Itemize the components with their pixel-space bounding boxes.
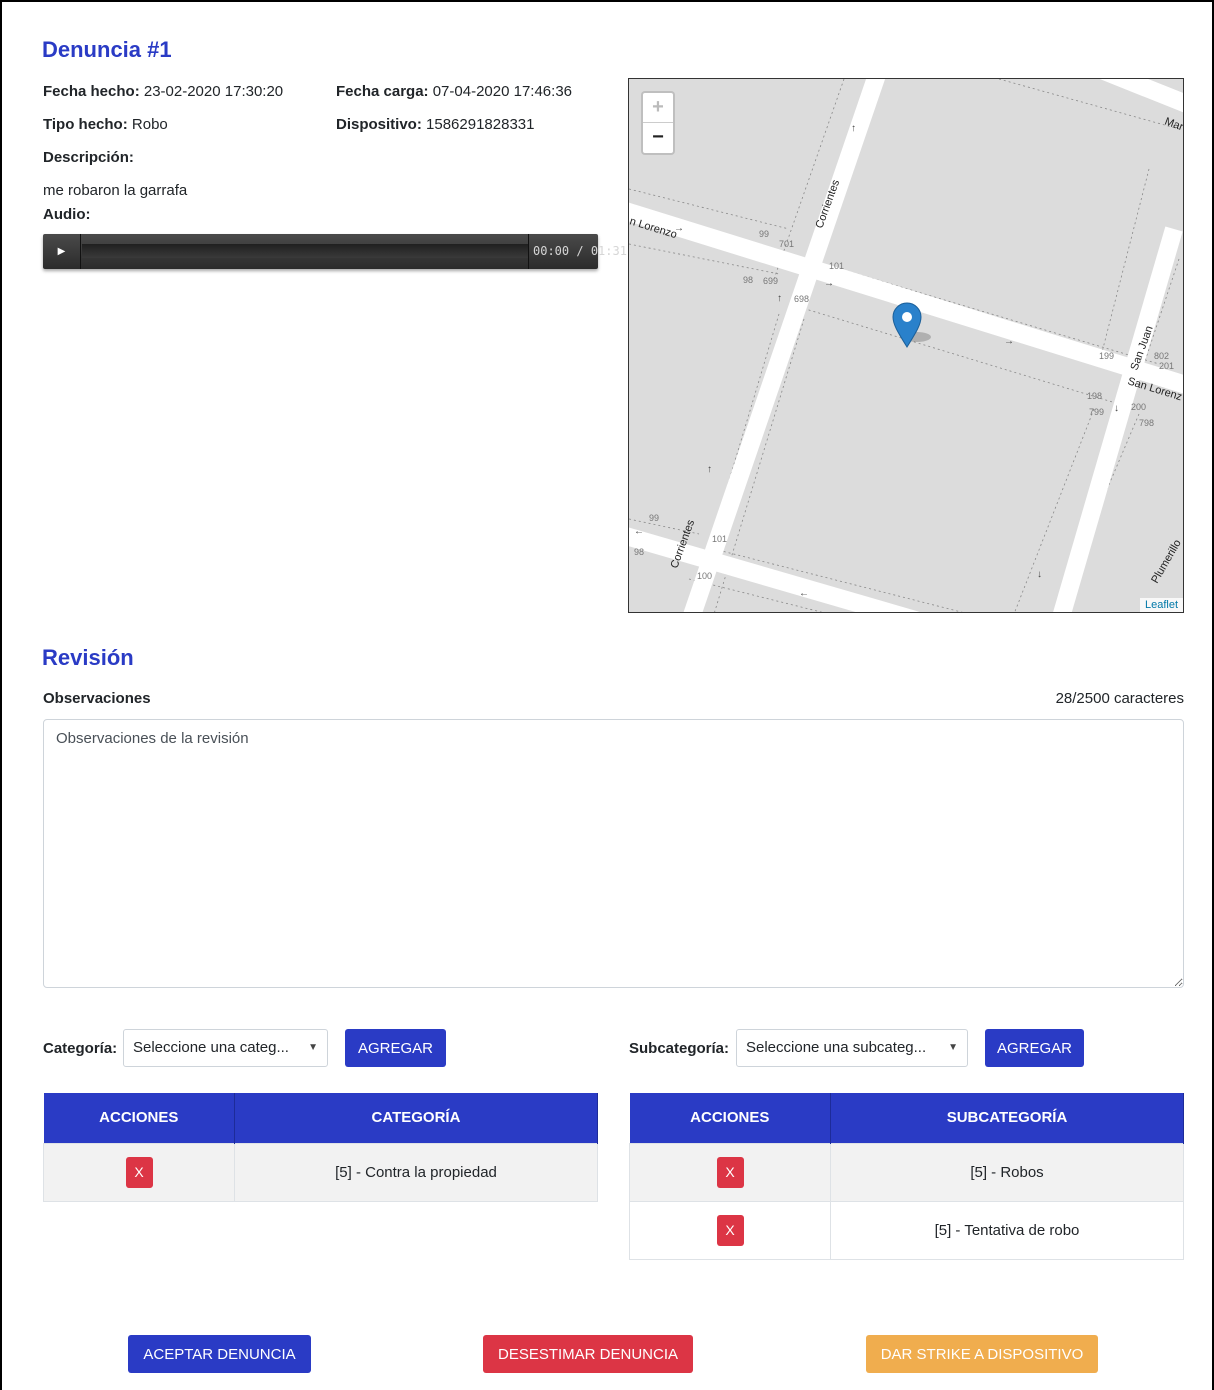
remove-button[interactable]: X bbox=[125, 1156, 153, 1188]
svg-text:→: → bbox=[674, 223, 684, 234]
subcategoria-label: Subcategoría: bbox=[629, 1040, 730, 1057]
audio-label-text: Audio: bbox=[43, 206, 91, 223]
column-header: ACCIONES bbox=[629, 1093, 831, 1143]
agregar-subcategoria-button[interactable]: AGREGAR bbox=[985, 1029, 1084, 1067]
dismiss-report-button[interactable]: DESESTIMAR DENUNCIA bbox=[483, 1335, 693, 1373]
fecha-carga: Fecha carga: 07-04-2020 17:46:36 bbox=[336, 83, 572, 100]
tipo-hecho-value: Robo bbox=[131, 116, 168, 133]
observaciones-label-text: Observaciones bbox=[43, 690, 151, 707]
tipo-hecho: Tipo hecho: Robo bbox=[43, 116, 168, 133]
review-title: Revisión bbox=[42, 645, 134, 670]
svg-text:↑: ↑ bbox=[777, 293, 782, 304]
fecha-carga-label: Fecha carga: bbox=[336, 83, 429, 100]
svg-text:←: ← bbox=[634, 526, 644, 537]
svg-text:98: 98 bbox=[743, 275, 753, 285]
svg-text:100: 100 bbox=[697, 571, 712, 581]
chevron-down-icon: ▼ bbox=[948, 1042, 958, 1053]
map-zoom-control: + − bbox=[641, 91, 675, 155]
descripcion-label: Descripción: bbox=[43, 149, 134, 166]
fecha-hecho: Fecha hecho: 23-02-2020 17:30:20 bbox=[43, 83, 283, 100]
categoria-label: Categoría: bbox=[43, 1040, 118, 1057]
svg-text:101: 101 bbox=[829, 261, 844, 271]
remove-button[interactable]: X bbox=[716, 1156, 744, 1188]
audio-label: Audio: bbox=[43, 206, 90, 223]
fecha-hecho-label: Fecha hecho: bbox=[43, 83, 140, 100]
svg-text:802: 802 bbox=[1154, 351, 1169, 361]
agregar-categoria-button[interactable]: AGREGAR bbox=[345, 1029, 446, 1067]
map-attribution-link[interactable]: Leaflet bbox=[1139, 598, 1183, 612]
svg-text:↑: ↑ bbox=[707, 464, 712, 475]
subcategoria-table: ACCIONES SUBCATEGORÍA X [5] - Robos X [5… bbox=[629, 1093, 1184, 1260]
audio-current-time: 00:00 bbox=[533, 244, 570, 258]
svg-text:699: 699 bbox=[763, 276, 778, 286]
audio-time: 00:00 / 01:31 bbox=[533, 234, 627, 269]
svg-text:99: 99 bbox=[759, 229, 769, 239]
categoria-select-value: Seleccione una categ... bbox=[133, 1039, 289, 1056]
svg-text:→: → bbox=[1004, 336, 1014, 347]
dispositivo-label: Dispositivo: bbox=[336, 116, 422, 133]
table-row: X [5] - Tentativa de robo bbox=[629, 1200, 1184, 1260]
subcategoria-select[interactable]: Seleccione una subcateg... ▼ bbox=[736, 1029, 968, 1067]
fecha-carga-value: 07-04-2020 17:46:36 bbox=[432, 83, 573, 100]
audio-progress-rail bbox=[82, 244, 528, 258]
accept-report-button[interactable]: ACEPTAR DENUNCIA bbox=[128, 1335, 311, 1373]
map-tiles: Corrientes n Lorenzo San Juan San Lorenz… bbox=[629, 79, 1184, 612]
tipo-hecho-label: Tipo hecho: bbox=[43, 116, 128, 133]
descripcion-label-text: Descripción: bbox=[43, 149, 134, 166]
strike-device-button[interactable]: DAR STRIKE A DISPOSITIVO bbox=[866, 1335, 1098, 1373]
svg-text:↑: ↑ bbox=[851, 123, 856, 134]
table-row: X [5] - Contra la propiedad bbox=[43, 1142, 598, 1202]
svg-text:701: 701 bbox=[779, 239, 794, 249]
location-map[interactable]: Corrientes n Lorenzo San Juan San Lorenz… bbox=[628, 78, 1184, 613]
audio-time-separator: / bbox=[576, 244, 584, 258]
column-header: CATEGORÍA bbox=[234, 1093, 598, 1143]
svg-text:200: 200 bbox=[1131, 402, 1146, 412]
subcategoria-select-value: Seleccione una subcateg... bbox=[746, 1039, 927, 1056]
char-counter: 28/2500 caracteres bbox=[1055, 690, 1184, 707]
column-header: ACCIONES bbox=[43, 1093, 235, 1143]
dispositivo: Dispositivo: 1586291828331 bbox=[336, 116, 534, 133]
column-header: SUBCATEGORÍA bbox=[830, 1093, 1184, 1143]
svg-text:101: 101 bbox=[712, 534, 727, 544]
fecha-hecho-value: 23-02-2020 17:30:20 bbox=[143, 83, 284, 100]
svg-text:↓: ↓ bbox=[1114, 403, 1119, 414]
chevron-down-icon: ▼ bbox=[308, 1042, 318, 1053]
map-street-label: Mar bbox=[1163, 116, 1184, 134]
svg-text:698: 698 bbox=[794, 294, 809, 304]
descripcion-text: me robaron la garrafa bbox=[43, 182, 188, 199]
zoom-in-button[interactable]: + bbox=[643, 93, 673, 123]
svg-text:98: 98 bbox=[634, 547, 644, 557]
map-street-label: Plumerillo bbox=[1149, 538, 1184, 586]
play-icon: ▶ bbox=[57, 246, 66, 257]
svg-text:798: 798 bbox=[1139, 418, 1154, 428]
zoom-out-button[interactable]: − bbox=[643, 123, 673, 153]
categoria-select[interactable]: Seleccione una categ... ▼ bbox=[123, 1029, 328, 1067]
table-cell: [5] - Robos bbox=[830, 1142, 1184, 1202]
audio-total-time: 01:31 bbox=[590, 244, 627, 258]
svg-text:↓: ↓ bbox=[1037, 569, 1042, 580]
svg-text:←: ← bbox=[799, 588, 809, 599]
observaciones-textarea[interactable] bbox=[43, 719, 1184, 988]
svg-text:799: 799 bbox=[1089, 407, 1104, 417]
table-row: X [5] - Robos bbox=[629, 1142, 1184, 1202]
report-title: Denuncia #1 bbox=[42, 37, 172, 62]
dispositivo-value: 1586291828331 bbox=[426, 116, 535, 133]
svg-text:99: 99 bbox=[649, 513, 659, 523]
svg-text:199: 199 bbox=[1099, 351, 1114, 361]
observaciones-label: Observaciones bbox=[43, 690, 151, 707]
svg-text:→: → bbox=[824, 278, 834, 289]
svg-text:198: 198 bbox=[1087, 391, 1102, 401]
table-cell: [5] - Contra la propiedad bbox=[234, 1142, 598, 1202]
audio-progress-track[interactable] bbox=[82, 234, 529, 269]
remove-button[interactable]: X bbox=[716, 1214, 744, 1246]
play-button[interactable]: ▶ bbox=[43, 234, 81, 269]
svg-text:201: 201 bbox=[1159, 361, 1174, 371]
categoria-table: ACCIONES CATEGORÍA X [5] - Contra la pro… bbox=[43, 1093, 598, 1202]
table-cell: [5] - Tentativa de robo bbox=[830, 1200, 1184, 1260]
audio-player: ▶ 00:00 / 01:31 bbox=[43, 234, 627, 269]
